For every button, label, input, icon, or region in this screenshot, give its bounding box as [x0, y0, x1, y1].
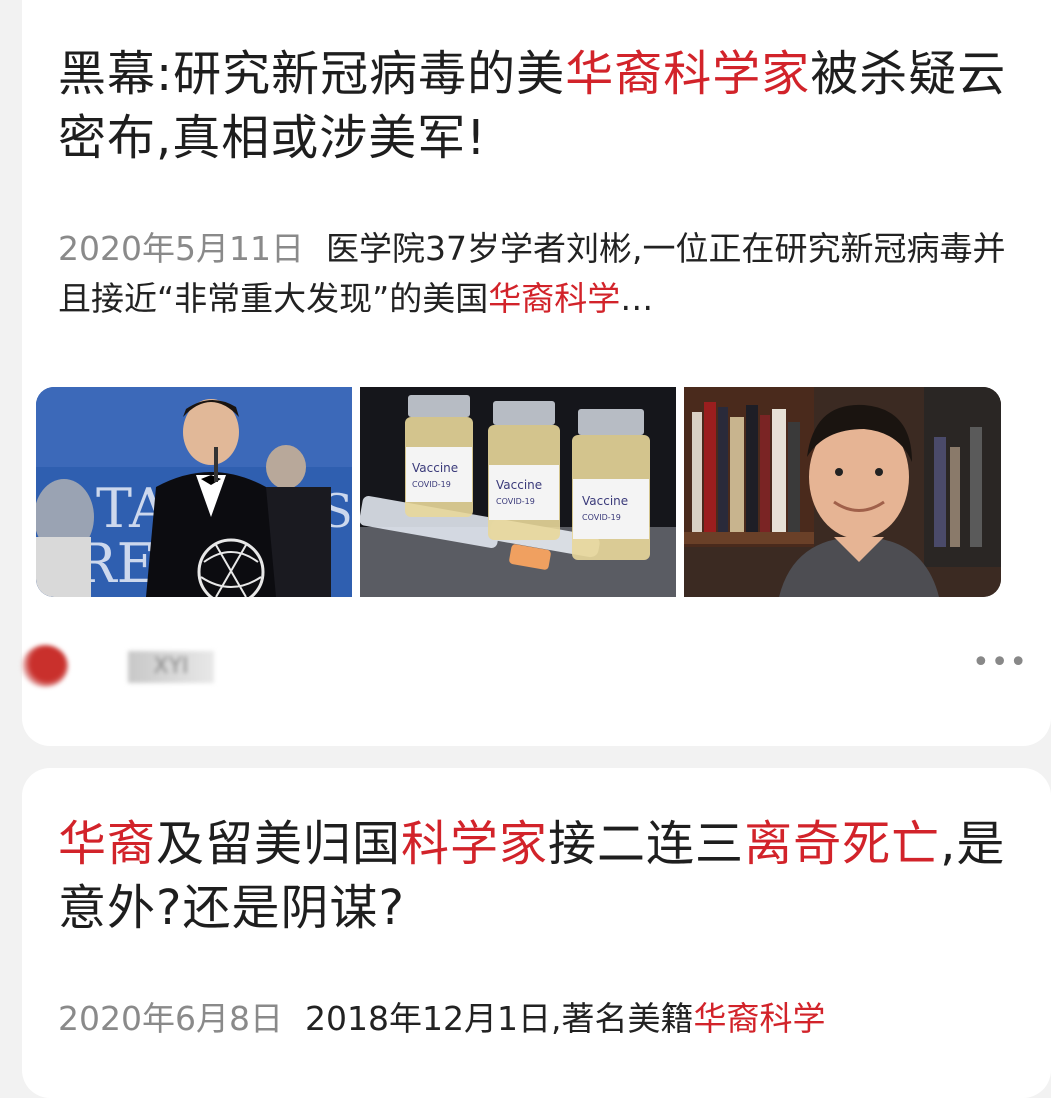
source-avatar-icon[interactable] — [22, 645, 68, 687]
article-date: 2020年5月11日 — [58, 229, 304, 268]
more-dots-icon[interactable]: ••• — [972, 648, 1027, 678]
portrait-photo[interactable] — [684, 387, 1001, 597]
article-title[interactable]: 黑幕:研究新冠病毒的美华裔科学家被杀疑云密布,真相或涉美军! — [58, 42, 1008, 170]
award-ceremony-photo[interactable]: TAI RE CS — [36, 387, 352, 597]
article-card[interactable]: 华裔及留美归国科学家接二连三离奇死亡,是意外?还是阴谋? 2020年6月8日 20… — [22, 768, 1051, 1098]
vial-label: COVID-19 — [412, 480, 451, 489]
article-summary: 2020年5月11日 医学院37岁学者刘彬,一位正在研究新冠病毒并且接近“非常重大… — [58, 229, 1006, 318]
portrait-image — [684, 387, 1001, 597]
vial-label: COVID-19 — [582, 513, 621, 522]
article-title[interactable]: 华裔及留美归国科学家接二连三离奇死亡,是意外?还是阴谋? — [58, 812, 1008, 940]
vial-label: Vaccine — [582, 494, 628, 508]
article-summary: 2020年6月8日 2018年12月1日,著名美籍华裔科学 — [58, 999, 826, 1038]
vaccine-vials-photo[interactable]: Vaccine COVID-19 Vaccine COVID-19 Vaccin… — [360, 387, 676, 597]
vial-label: Vaccine — [496, 478, 542, 492]
vaccine-vials-image: Vaccine COVID-19 Vaccine COVID-19 Vaccin… — [360, 387, 676, 597]
source-name[interactable]: XYI — [128, 651, 214, 683]
vial-label: COVID-19 — [496, 497, 535, 506]
award-ceremony-image: TAI RE CS — [36, 387, 352, 597]
article-card[interactable]: 黑幕:研究新冠病毒的美华裔科学家被杀疑云密布,真相或涉美军! 2020年5月11… — [22, 0, 1051, 746]
article-date: 2020年6月8日 — [58, 999, 283, 1038]
vial-label: Vaccine — [412, 461, 458, 475]
source-row: XYI ••• — [22, 645, 1027, 687]
